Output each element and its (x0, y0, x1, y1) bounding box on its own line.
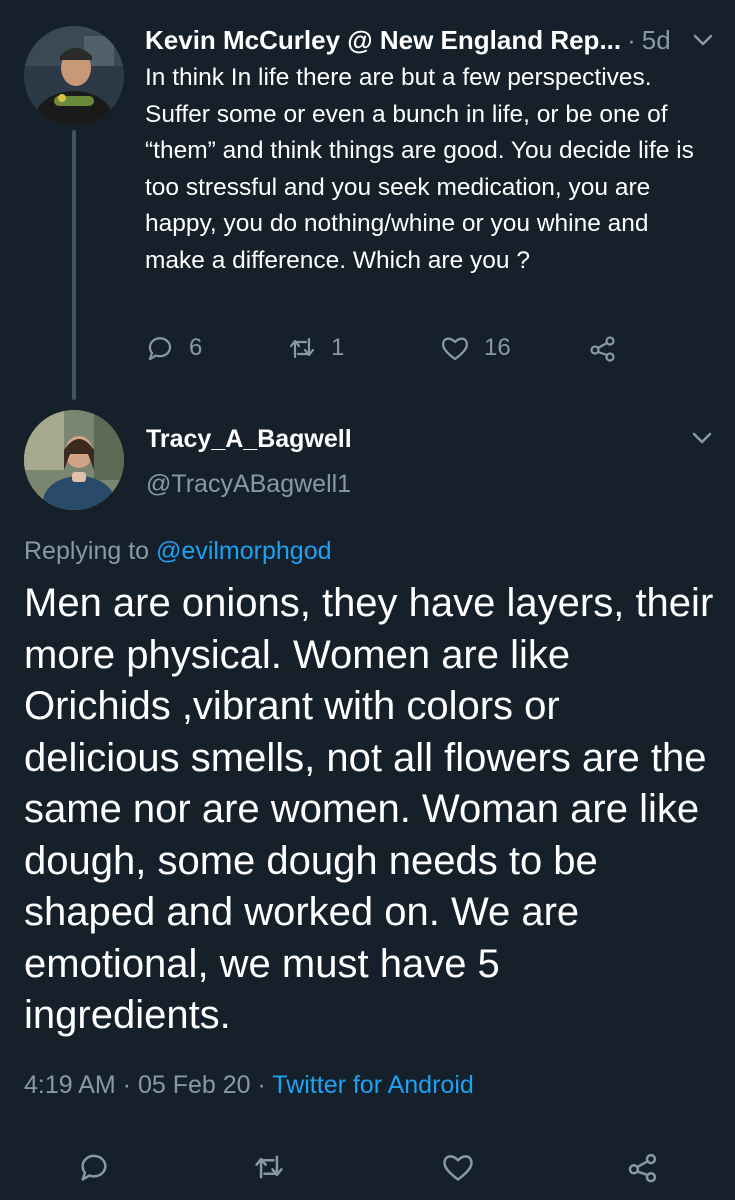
reply-count: 6 (189, 334, 203, 361)
timestamp[interactable]: 4:19 AM · 05 Feb 20 · (24, 1071, 272, 1099)
tweet-actions: 6 1 16 (145, 333, 625, 369)
like-button[interactable] (441, 1150, 475, 1184)
tweet-meta: 4:19 AM · 05 Feb 20 · Twitter for Androi… (24, 1071, 474, 1100)
chevron-down-icon[interactable] (691, 30, 715, 50)
avatar[interactable] (24, 26, 124, 126)
source-link[interactable]: Twitter for Android (272, 1071, 473, 1099)
main-tweet-actions (0, 1150, 735, 1190)
retweet-button[interactable] (252, 1150, 286, 1184)
replying-mention-link[interactable]: @evilmorphgod (156, 537, 331, 565)
heart-icon (443, 1155, 473, 1181)
replying-to: Replying to @evilmorphgod (24, 537, 332, 566)
tweet-text: In think In life there are but a few per… (145, 64, 694, 274)
reply-icon (148, 337, 172, 361)
retweet-count: 1 (331, 334, 345, 361)
share-icon (590, 336, 615, 362)
reply-icon (81, 1154, 107, 1181)
chevron-down-icon[interactable] (690, 428, 714, 448)
user-handle[interactable]: @TracyABagwell1 (146, 470, 351, 499)
retweet-icon (289, 337, 315, 359)
reply-button[interactable] (77, 1150, 111, 1184)
heart-icon (442, 337, 468, 361)
share-button[interactable] (626, 1150, 660, 1184)
thread-connector-line (72, 130, 76, 400)
author-name[interactable]: Kevin McCurley @ New England Rep... (145, 25, 621, 56)
separator-dot: · (627, 24, 636, 55)
like-button[interactable]: 16 (440, 333, 511, 363)
replying-label: Replying to (24, 537, 157, 565)
reply-button[interactable]: 6 (145, 333, 202, 363)
like-count: 16 (484, 334, 511, 361)
share-icon (628, 1153, 657, 1183)
share-button[interactable] (588, 333, 618, 363)
tweet-text: Men are onions, they have layers, their … (24, 581, 714, 1037)
retweet-icon (255, 1155, 283, 1179)
display-name[interactable]: Tracy_A_Bagwell (146, 425, 352, 454)
tweet-time[interactable]: 5d (642, 25, 671, 56)
avatar[interactable] (24, 410, 124, 510)
retweet-button[interactable]: 1 (287, 333, 344, 363)
